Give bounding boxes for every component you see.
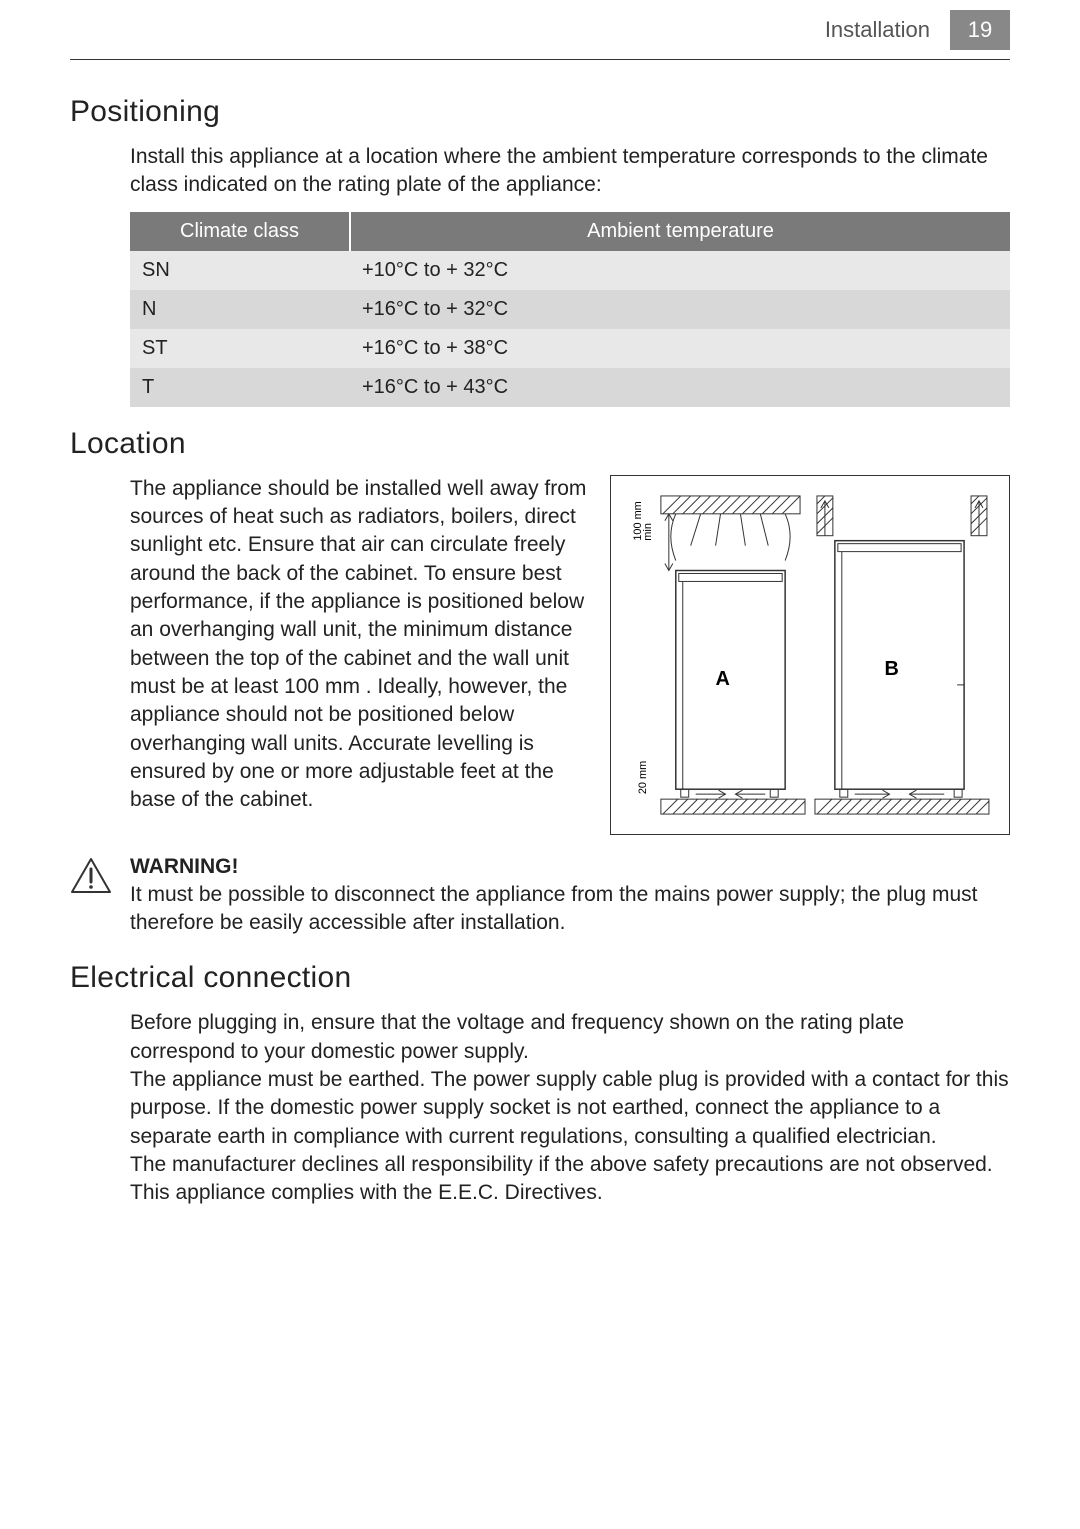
table-row: N +16°C to + 32°C [130,290,1010,329]
warning-block: WARNING! It must be possible to disconne… [70,855,1010,938]
location-diagram: 100 mm min 20 mm [610,475,1010,835]
diagram-panel-a: A [661,496,805,814]
cell-climate: N [130,290,350,329]
diagram-label-a: A [716,668,730,690]
diagram-panel-b: B [815,496,989,814]
cell-climate: T [130,368,350,407]
electrical-para: This appliance complies with the E.E.C. … [130,1179,1010,1207]
warning-icon [70,855,112,938]
cell-temp: +16°C to + 32°C [350,290,1010,329]
table-row: ST +16°C to + 38°C [130,329,1010,368]
table-row: T +16°C to + 43°C [130,368,1010,407]
warning-label: WARNING! [130,855,1010,879]
diagram-bottom-clearance: 20 mm [637,760,649,793]
cell-climate: ST [130,329,350,368]
location-text: The appliance should be installed well a… [130,475,590,835]
electrical-para: The manufacturer declines all responsibi… [130,1151,1010,1179]
positioning-intro: Install this appliance at a location whe… [130,143,1010,200]
electrical-para: The appliance must be earthed. The power… [130,1066,1010,1151]
header-section: Installation [825,17,930,43]
positioning-heading: Positioning [70,95,1010,129]
table-row: SN +10°C to + 32°C [130,251,1010,290]
diagram-label-b: B [885,658,899,680]
electrical-heading: Electrical connection [70,961,1010,995]
diagram-top-clearance-min: min [642,523,654,541]
th-ambient-temp: Ambient temperature [350,212,1010,251]
location-heading: Location [70,427,1010,461]
cell-temp: +10°C to + 32°C [350,251,1010,290]
warning-text: It must be possible to disconnect the ap… [130,881,1010,938]
cell-temp: +16°C to + 43°C [350,368,1010,407]
cell-climate: SN [130,251,350,290]
climate-table: Climate class Ambient temperature SN +10… [130,212,1010,407]
page-header: Installation 19 [70,0,1010,60]
cell-temp: +16°C to + 38°C [350,329,1010,368]
electrical-para: Before plugging in, ensure that the volt… [130,1009,1010,1066]
page-number: 19 [950,10,1010,50]
th-climate-class: Climate class [130,212,350,251]
